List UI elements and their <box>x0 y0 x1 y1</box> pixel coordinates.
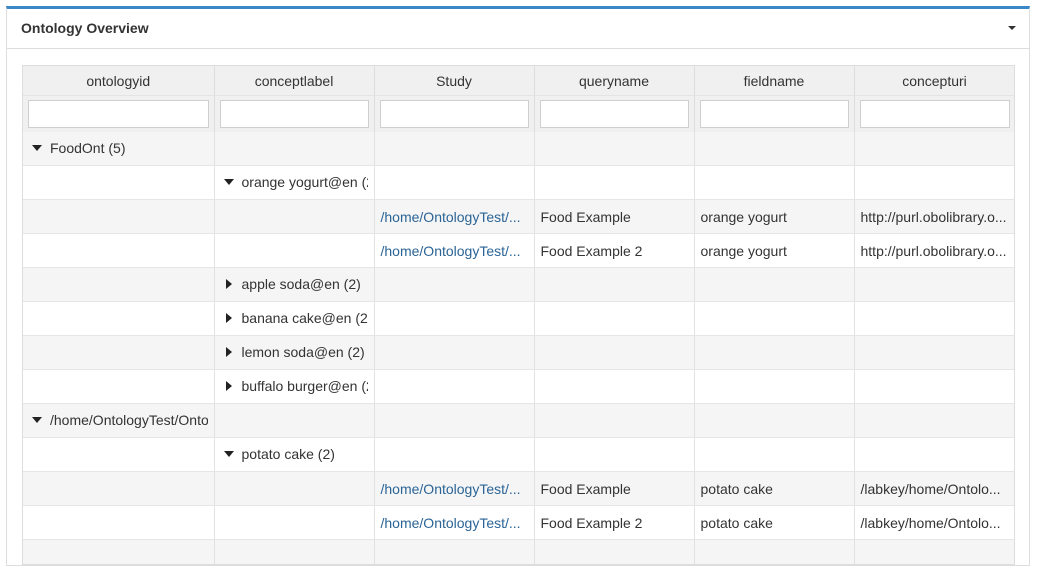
queryname-cell: Food Example 2 <box>534 505 695 540</box>
ontology-table: ontologyid conceptlabel Study queryname … <box>23 66 1014 564</box>
caret-down-icon[interactable] <box>1003 19 1021 37</box>
filter-row <box>23 95 1014 132</box>
ontology-grid: ontologyid conceptlabel Study queryname … <box>22 65 1015 565</box>
column-header-queryname[interactable]: queryname <box>534 66 695 96</box>
filter-input-ontologyid[interactable] <box>28 100 209 128</box>
subgroup-row[interactable]: potato cake (2) <box>23 437 1014 472</box>
expanded-caret-icon <box>223 176 235 188</box>
group-row[interactable]: FoodOnt (5) <box>23 132 1014 166</box>
subgroup-toggle[interactable]: orange yogurt@en (2 <box>221 174 368 190</box>
column-header-concepturi[interactable]: concepturi <box>854 66 1014 96</box>
expanded-caret-icon <box>31 414 43 426</box>
queryname-cell: Food Example <box>534 471 695 506</box>
collapsed-caret-icon <box>223 346 235 358</box>
subgroup-toggle[interactable]: buffalo burger@en (2 <box>221 378 368 394</box>
subgroup-row[interactable]: buffalo burger@en (2 <box>23 369 1014 404</box>
filter-input-concepturi[interactable] <box>859 100 1010 128</box>
column-header-conceptlabel[interactable]: conceptlabel <box>214 66 375 96</box>
concepturi-cell: http://purl.obolibrary.o... <box>854 233 1014 268</box>
concepturi-cell: http://purl.obolibrary.o... <box>854 199 1014 234</box>
queryname-cell: Food Example 2 <box>534 233 695 268</box>
group-toggle[interactable]: FoodOnt (5) <box>29 140 125 156</box>
subgroup-label: buffalo burger@en (2 <box>241 378 368 394</box>
study-link[interactable]: /home/OntologyTest/... <box>381 481 521 497</box>
column-header-study[interactable]: Study <box>374 66 535 96</box>
panel-title: Ontology Overview <box>21 20 149 36</box>
header-row: ontologyid conceptlabel Study queryname … <box>23 66 1014 96</box>
concepturi-cell: /labkey/home/Ontolo... <box>854 471 1014 506</box>
subgroup-toggle[interactable]: potato cake (2) <box>221 446 335 462</box>
subgroup-label: apple soda@en (2) <box>241 276 361 292</box>
queryname-cell: Food Example <box>534 199 695 234</box>
filter-input-study[interactable] <box>379 100 529 128</box>
table-row: /home/OntologyTest/... Food Example 2 po… <box>23 505 1014 540</box>
filter-input-queryname[interactable] <box>539 100 689 128</box>
study-link[interactable]: /home/OntologyTest/... <box>381 243 521 259</box>
table-row: /home/OntologyTest/... Food Example pota… <box>23 471 1014 506</box>
subgroup-toggle[interactable]: lemon soda@en (2) <box>221 344 365 360</box>
subgroup-label: banana cake@en (2) <box>241 310 368 326</box>
fieldname-cell: orange yogurt <box>694 199 855 234</box>
column-header-ontologyid[interactable]: ontologyid <box>23 66 215 96</box>
concepturi-cell: /labkey/home/Ontolo... <box>854 505 1014 540</box>
fieldname-cell: potato cake <box>694 505 855 540</box>
group-label: /home/OntologyTest/Onto <box>50 412 208 428</box>
subgroup-toggle[interactable]: apple soda@en (2) <box>221 276 361 292</box>
panel-header: Ontology Overview <box>7 9 1029 49</box>
fieldname-cell: orange yogurt <box>694 233 855 268</box>
table-row: /home/OntologyTest/... Food Example 2 or… <box>23 233 1014 268</box>
collapsed-caret-icon <box>223 380 235 392</box>
expanded-caret-icon <box>223 448 235 460</box>
collapsed-caret-icon <box>223 312 235 324</box>
filter-input-conceptlabel[interactable] <box>219 100 369 128</box>
study-link[interactable]: /home/OntologyTest/... <box>381 515 521 531</box>
group-toggle[interactable]: /home/OntologyTest/Onto <box>29 412 208 428</box>
group-row[interactable]: /home/OntologyTest/Onto <box>23 403 1014 438</box>
filter-input-fieldname[interactable] <box>699 100 849 128</box>
subgroup-toggle[interactable]: banana cake@en (2) <box>221 310 368 326</box>
subgroup-label: lemon soda@en (2) <box>241 344 365 360</box>
table-row: /home/OntologyTest/... Food Example oran… <box>23 199 1014 234</box>
subgroup-row[interactable]: apple soda@en (2) <box>23 267 1014 302</box>
subgroup-label: potato cake (2) <box>241 446 335 462</box>
collapsed-caret-icon <box>223 278 235 290</box>
study-link[interactable]: /home/OntologyTest/... <box>381 209 521 225</box>
fieldname-cell: potato cake <box>694 471 855 506</box>
expanded-caret-icon <box>31 142 43 154</box>
table-row <box>23 539 1014 564</box>
column-header-fieldname[interactable]: fieldname <box>694 66 855 96</box>
subgroup-row[interactable]: orange yogurt@en (2 <box>23 165 1014 200</box>
ontology-overview-panel: Ontology Overview ontologyid conceptlabe… <box>6 6 1030 566</box>
subgroup-label: orange yogurt@en (2 <box>241 174 368 190</box>
group-label: FoodOnt (5) <box>50 140 126 156</box>
subgroup-row[interactable]: lemon soda@en (2) <box>23 335 1014 370</box>
subgroup-row[interactable]: banana cake@en (2) <box>23 301 1014 336</box>
